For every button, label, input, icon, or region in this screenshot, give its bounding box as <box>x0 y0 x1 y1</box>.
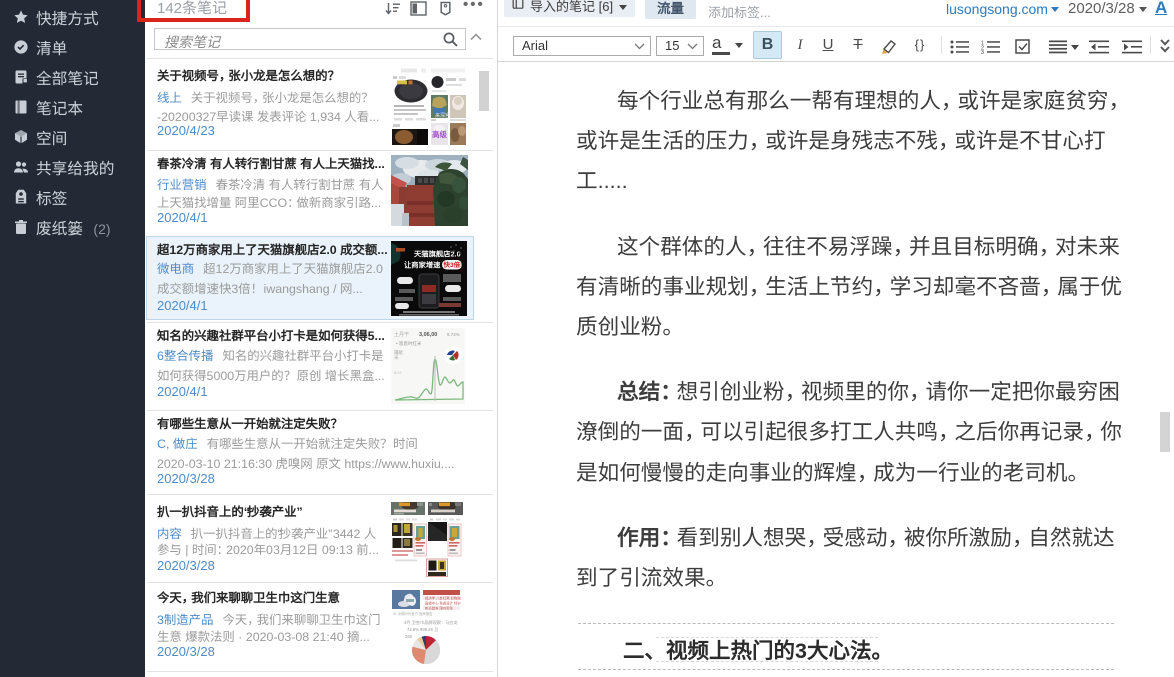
svg-text:土丹干: 土丹干 <box>394 331 409 338</box>
svg-text:让商家增速: 让商家增速 <box>404 260 441 269</box>
svg-text:新品首发 限时秒杀: 新品首发 限时秒杀 <box>425 605 454 610</box>
svg-text:72.8% 999.28 卫: 72.8% 999.28 卫 <box>407 627 438 632</box>
svg-text:8.72%: 8.72% <box>447 332 460 337</box>
svg-text:3,06,00: 3,06,00 <box>419 332 437 338</box>
svg-text:266: 266 <box>405 634 413 639</box>
svg-text:经济学 八卦红黑 好物测评: 经济学 八卦红黑 好物测评 <box>425 595 461 600</box>
svg-text:米: 米 <box>394 354 399 361</box>
svg-text:• 恩恩时红米: • 恩恩时红米 <box>396 340 422 347</box>
svg-text:3: 3 <box>981 50 984 54</box>
svg-text:高级: 高级 <box>432 129 447 139</box>
svg-text:01 全棉时代官方 独家报告: 01 全棉时代官方 独家报告 <box>393 611 433 616</box>
svg-text:来深宫: 来深宫 <box>435 112 450 119</box>
svg-text:3月 卫生巾品牌观察：马应龙: 3月 卫生巾品牌观察：马应龙 <box>404 619 459 626</box>
svg-text:8.07: 8.07 <box>394 370 403 375</box>
svg-text:快3倍!: 快3倍! <box>443 261 463 269</box>
svg-text:直播中心 免费设计 特价清仓: 直播中心 免费设计 特价清仓 <box>425 600 461 605</box>
